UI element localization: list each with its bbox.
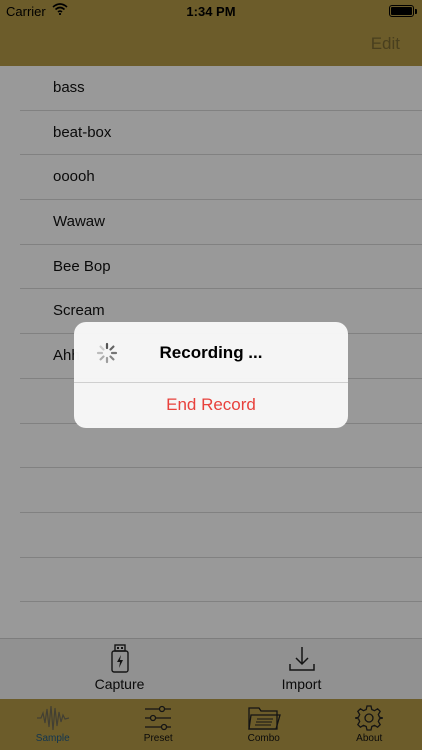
recording-alert: Recording ... End Record [74, 322, 348, 428]
alert-header: Recording ... [74, 322, 348, 383]
end-record-button[interactable]: End Record [74, 383, 348, 427]
alert-title: Recording ... [159, 343, 263, 362]
